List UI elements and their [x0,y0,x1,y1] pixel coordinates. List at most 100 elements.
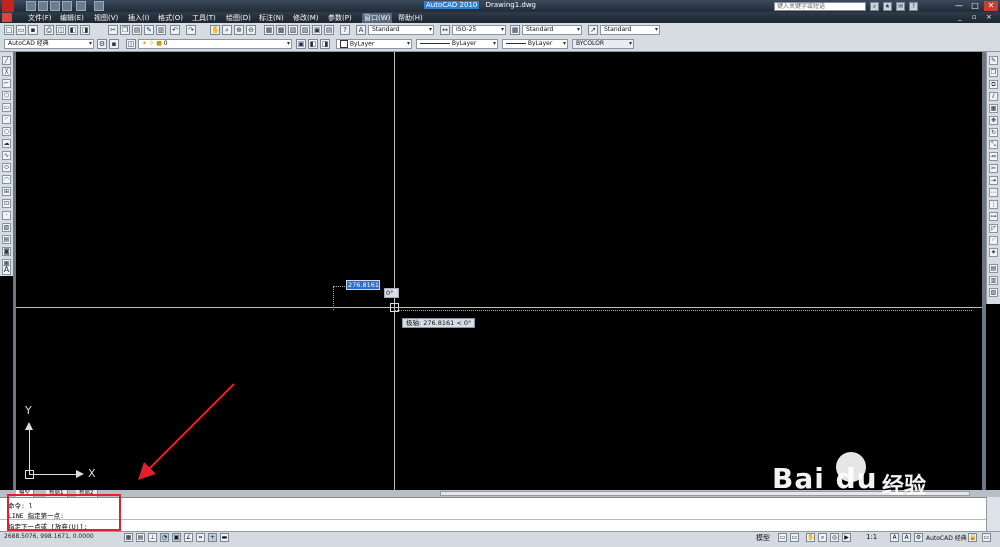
break-icon[interactable]: ⋮ [989,200,998,209]
table-style-icon[interactable]: ▦ [510,25,520,35]
region-icon[interactable]: ◙ [2,247,11,256]
dim-style-select[interactable]: ISO-25 ▾ [452,25,506,35]
hatch-icon[interactable]: ▨ [2,223,11,232]
minimize-button[interactable]: — [952,1,966,11]
stretch-icon[interactable]: ⇔ [989,152,998,161]
menu-parametric[interactable]: 参数(P) [328,13,352,23]
text-style-icon[interactable]: A [356,25,366,35]
menu-format[interactable]: 格式(O) [158,13,183,23]
linetype-select[interactable]: ByLayer ▾ [416,39,498,49]
doc-close-icon[interactable]: × [986,13,992,21]
menu-draw[interactable]: 绘图(D) [226,13,251,23]
doc-restore-icon[interactable]: ▫ [972,13,977,21]
polygon-icon[interactable]: ⬡ [2,91,11,100]
properties-icon[interactable]: ▦ [264,25,274,35]
ortho-mode-icon[interactable]: ⊥ [148,533,157,542]
menu-tools[interactable]: 工具(T) [192,13,216,23]
layer-states-icon[interactable]: ◨ [320,39,330,49]
command-scrollbar[interactable] [986,497,1000,531]
copy-object-icon[interactable]: ❐ [989,68,998,77]
design-center-icon[interactable]: ▩ [276,25,286,35]
array-icon[interactable]: ▦ [989,104,998,113]
rectangle-icon[interactable]: ▭ [2,103,11,112]
grid-display-icon[interactable]: ▤ [136,533,145,542]
redo-icon[interactable] [76,1,86,11]
ellipse-icon[interactable]: ⬭ [2,163,11,172]
help-icon[interactable]: ? [340,25,350,35]
plot-icon[interactable] [94,1,104,11]
erase-icon[interactable]: ✎ [989,56,998,65]
insert-block-icon[interactable]: ⊞ [2,187,11,196]
menu-view[interactable]: 视图(V) [94,13,118,23]
break-at-point-icon[interactable]: ⋯ [989,188,998,197]
trim-icon[interactable]: ✂ [989,164,998,173]
dynamic-input-icon[interactable]: + [208,533,217,542]
layer-select[interactable]: ✶ ☼ ■ 0 ▾ [138,39,292,49]
layer-manager-icon[interactable]: ◫ [126,39,136,49]
close-button[interactable]: ✕ [984,1,998,11]
workspace-switch-icon[interactable]: ⚙ [914,533,923,542]
snap-mode-icon[interactable]: ▦ [124,533,133,542]
paste-icon[interactable]: ▤ [132,25,142,35]
workspace-save-icon[interactable]: ▪ [109,39,119,49]
lineweight-select[interactable]: ByLayer ▾ [502,39,568,49]
lineweight-icon[interactable]: ▬ [220,533,229,542]
toolbar-lock-icon[interactable]: 🔒 [968,533,977,542]
menu-dimension[interactable]: 标注(N) [259,13,284,23]
menu-help[interactable]: 帮助(H) [398,13,423,23]
explode-icon[interactable]: ✷ [989,248,998,257]
quick-view-layouts-icon[interactable]: ▭ [778,533,787,542]
multileader-style-icon[interactable]: ↗ [588,25,598,35]
open-icon[interactable]: ▭ [16,25,26,35]
app-menu-icon[interactable] [2,0,14,12]
quick-view-drawings-icon[interactable]: ▭ [790,533,799,542]
draw-order-icon[interactable]: ▤ [989,264,998,273]
chamfer-icon[interactable]: ◸ [989,224,998,233]
workspace-select[interactable]: AutoCAD 经典 ▾ [4,39,94,49]
cut-icon[interactable]: ✂ [108,25,118,35]
doc-minimize-icon[interactable]: _ [958,13,962,21]
offset-icon[interactable]: ⫽ [989,92,998,101]
qnew-icon[interactable]: □ [4,25,14,35]
multileader-style-select[interactable]: Standard ▾ [600,25,660,35]
revision-cloud-icon[interactable]: ☁ [2,139,11,148]
tool-palettes-icon[interactable]: ▧ [288,25,298,35]
block-editor-icon[interactable]: ▥ [156,25,166,35]
line-icon[interactable]: ╱ [2,56,11,65]
copy-icon[interactable]: ❐ [120,25,130,35]
angle-input[interactable]: 0° [384,288,399,298]
menu-file[interactable]: 文件(F) [28,13,52,23]
annotation-visibility-icon[interactable]: A [890,533,899,542]
help-icon[interactable]: ? [909,2,918,11]
quickcalc-icon[interactable]: ▤ [324,25,334,35]
make-object-layer-current-icon[interactable]: ▣ [296,39,306,49]
fillet-icon[interactable]: ◜ [989,236,998,245]
clean-screen-icon[interactable]: ▭ [982,533,991,542]
showmotion-icon[interactable]: ▶ [842,533,851,542]
new-file-icon[interactable] [26,1,36,11]
ellipse-arc-icon[interactable]: ◠ [2,175,11,184]
steeringwheel-icon[interactable]: ◎ [830,533,839,542]
layer-previous-icon[interactable]: ◧ [308,39,318,49]
sheet-set-icon[interactable]: ▨ [300,25,310,35]
dynamic-ucs-icon[interactable]: ⌗ [196,533,205,542]
annotation-scale[interactable]: 1:1 [866,533,877,541]
search-input[interactable]: 键入关键字或短语 [774,2,866,11]
polar-tracking-icon[interactable]: ◔ [160,533,169,542]
undo-icon[interactable] [62,1,72,11]
communication-icon[interactable]: ✉ [896,2,905,11]
plot-style-select[interactable]: BYCOLOR ▾ [572,39,634,49]
spline-icon[interactable]: ∿ [2,151,11,160]
pan-status-icon[interactable]: ✋ [806,533,815,542]
save-icon[interactable] [50,1,60,11]
model-space-label[interactable]: 模型 [756,533,770,543]
drawing-doc-icon[interactable] [2,13,12,22]
table-style-select[interactable]: Standard ▾ [522,25,582,35]
color-select[interactable]: ByLayer ▾ [336,39,412,49]
plot-icon[interactable]: ⎙ [44,25,54,35]
rotate-icon[interactable]: ↻ [989,128,998,137]
dim-style-icon[interactable]: ↔ [440,25,450,35]
polyline-icon[interactable]: ⌐ [2,79,11,88]
move-icon[interactable]: ✥ [989,116,998,125]
auto-scale-icon[interactable]: A [902,533,911,542]
